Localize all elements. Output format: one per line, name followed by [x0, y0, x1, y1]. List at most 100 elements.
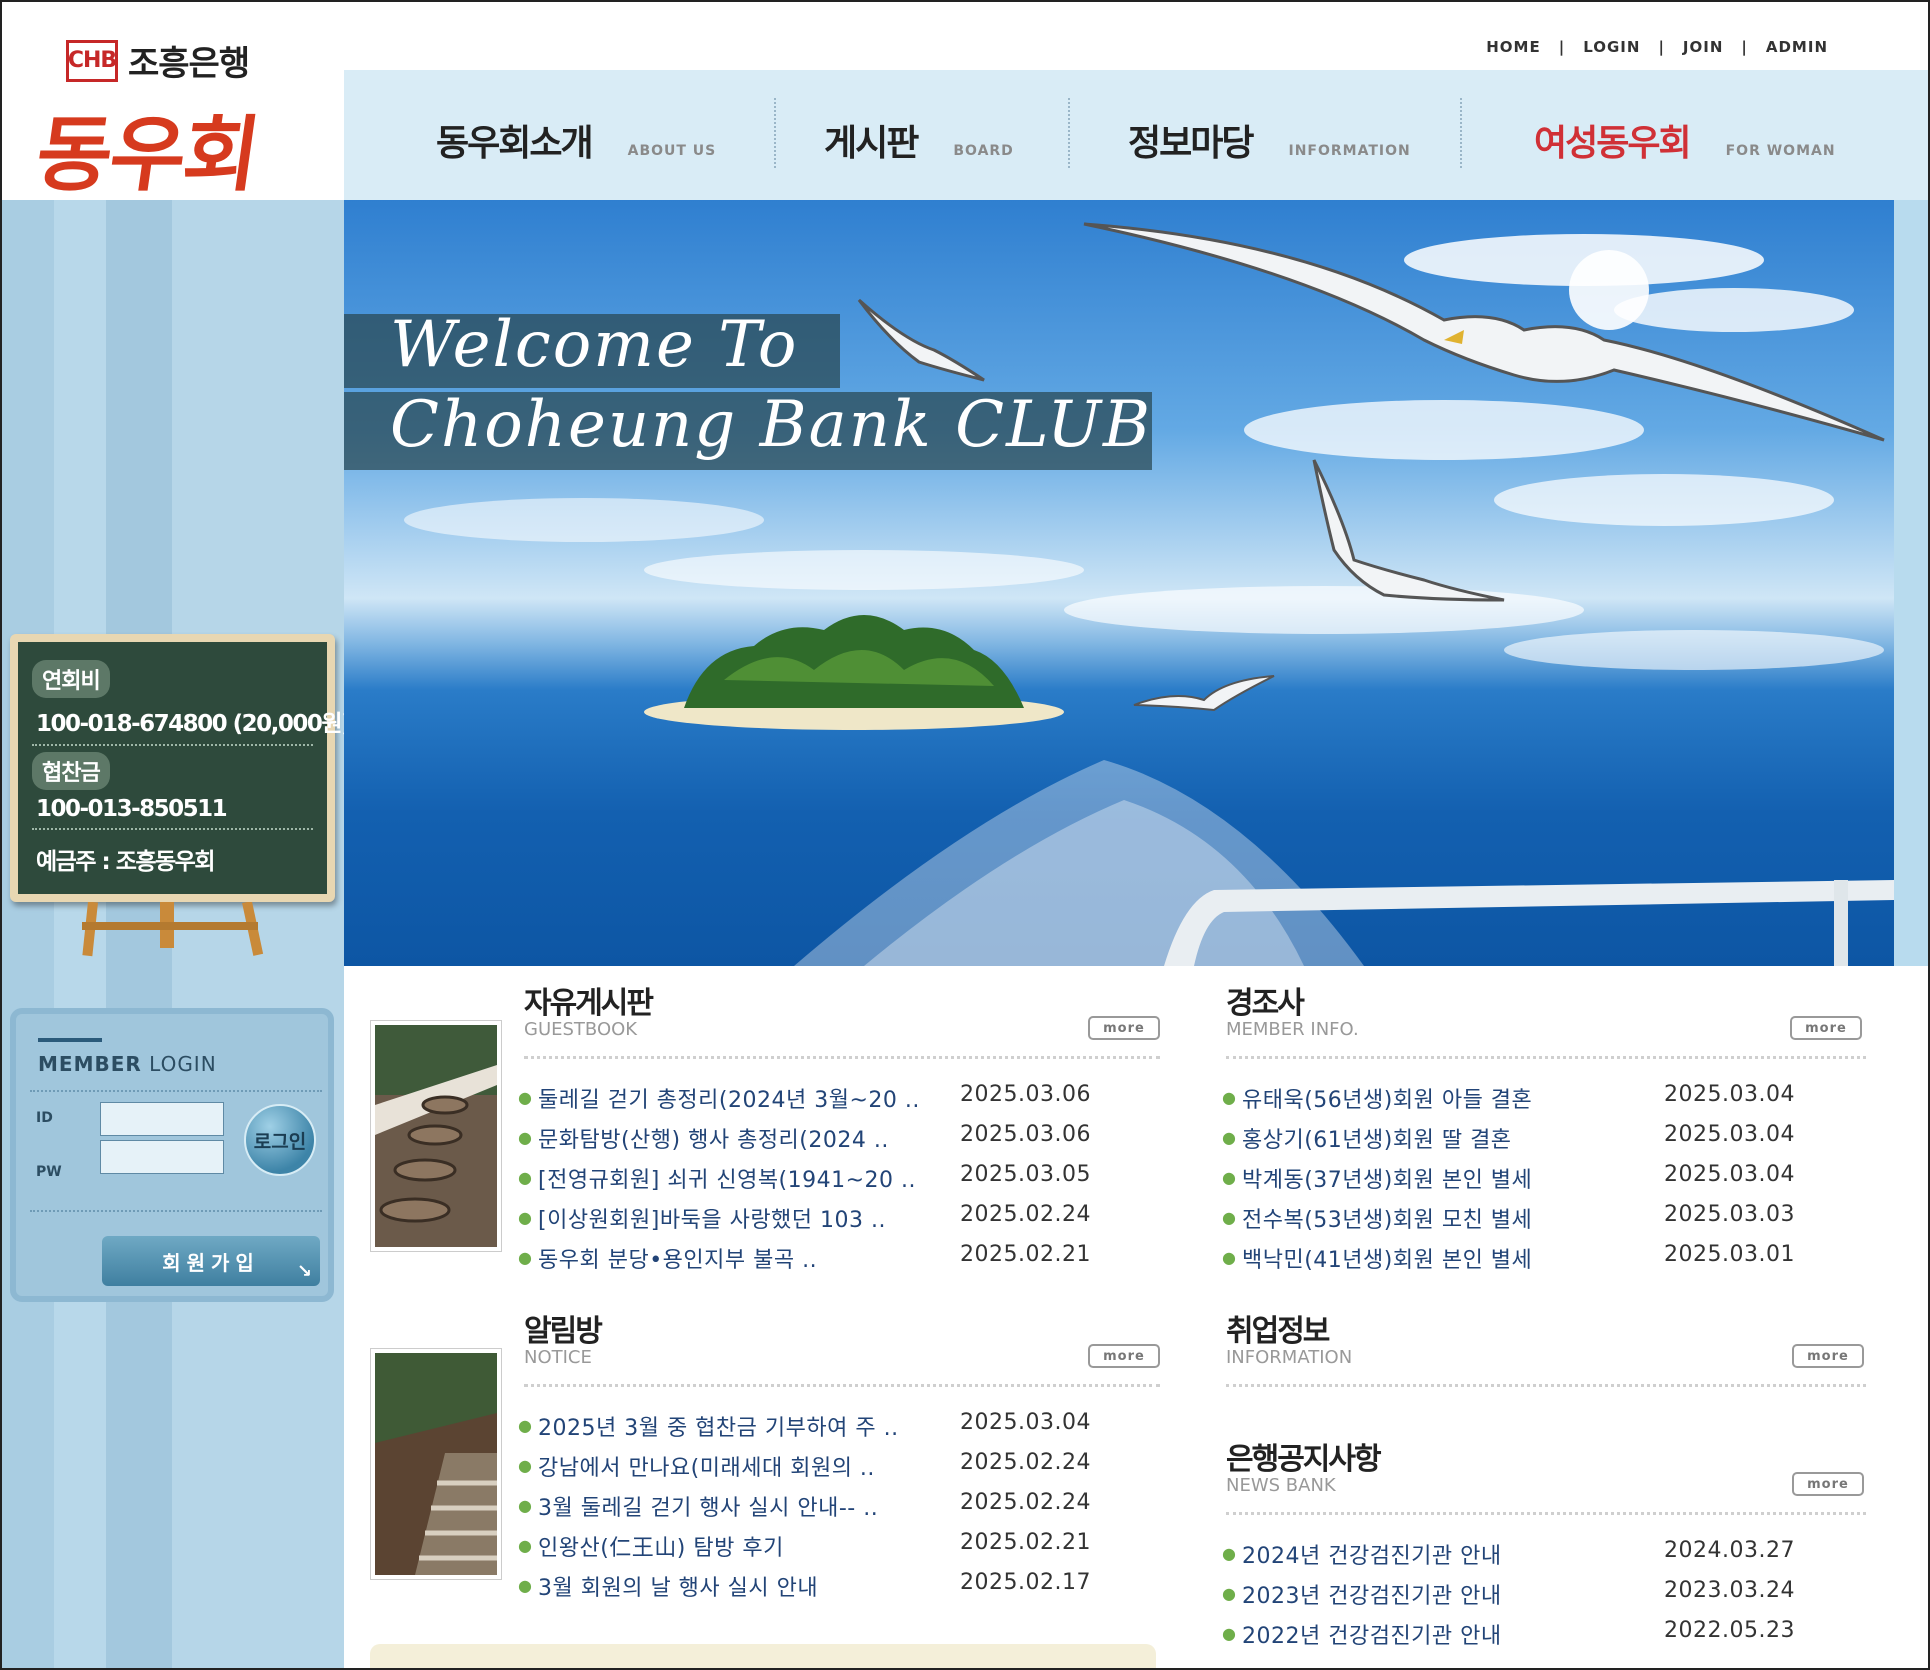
left-column: CHB 조흥은행 동우회 연회비 100-018-674800 (20,000원… [2, 2, 352, 1668]
notice-header: 알림방 NOTICE [524, 1316, 603, 1368]
guestbook-list: ● 둘레길 걷기 총정리(2024년 3월~20 .. 2025.03.06 ● 문화… [518, 1080, 1168, 1280]
jobs-subtitle: INFORMATION [1226, 1347, 1353, 1368]
bullet-icon: ● [1222, 1584, 1236, 1603]
section-divider [1226, 1056, 1866, 1059]
section-divider [524, 1384, 1160, 1387]
list-item[interactable]: ● 둘레길 걷기 총정리(2024년 3월~20 .. 2025.03.06 [518, 1080, 1168, 1120]
pw-input[interactable] [100, 1140, 224, 1174]
login-button[interactable]: 로그인 [244, 1104, 316, 1176]
guestbook-title[interactable]: 자유게시판 [524, 988, 654, 1020]
nav-sublabel: ABOUT US [627, 143, 717, 159]
list-item[interactable]: ● 홍상기(61년생)회원 딸 결혼 2025.03.04 [1222, 1120, 1882, 1160]
list-item[interactable]: ● 인왕산(仁王山) 탐방 후기 2025.02.21 [518, 1528, 1168, 1568]
bullet-icon: ● [518, 1456, 532, 1475]
list-item[interactable]: ● 유태욱(56년생)회원 아들 결혼 2025.03.04 [1222, 1080, 1882, 1120]
bullet-icon: ● [1222, 1088, 1236, 1107]
notice-thumbnail [370, 1348, 502, 1580]
list-item[interactable]: ● 2023년 건강검진기관 안내 2023.03.24 [1222, 1576, 1882, 1616]
nav-label: 게시판 [824, 123, 919, 164]
member-info-more-button[interactable]: more [1790, 1016, 1862, 1040]
bullet-icon: ● [1222, 1624, 1236, 1643]
nav-label: 동우회소개 [436, 123, 594, 164]
bullet-icon: ● [518, 1576, 532, 1595]
news-bank-more-button[interactable]: more [1792, 1472, 1864, 1496]
id-input[interactable] [100, 1102, 224, 1136]
divider [30, 1090, 322, 1092]
account-chalkboard: 연회비 100-018-674800 (20,000원) 협찬금 100-013… [10, 634, 352, 902]
welcome-line-1: Welcome To [390, 308, 799, 382]
login-link[interactable]: LOGIN [1583, 38, 1640, 56]
news-bank-header: 은행공지사항 NEWS BANK [1226, 1444, 1382, 1496]
main-nav: 동우회소개 ABOUT US 게시판 BOARD 정보마당 INFORMATIO… [344, 70, 1928, 200]
nav-divider [774, 98, 776, 168]
list-item[interactable]: ● 3월 둘레길 걷기 행사 실시 안내-- .. 2025.02.24 [518, 1488, 1168, 1528]
member-info-header: 경조사 MEMBER INFO. [1226, 988, 1359, 1040]
join-link[interactable]: JOIN [1683, 38, 1723, 56]
bullet-icon: ● [518, 1088, 532, 1107]
jobs-more-button[interactable]: more [1792, 1344, 1864, 1368]
separator: | [1558, 38, 1566, 56]
bottom-banner-strip [370, 1644, 1156, 1668]
bullet-icon: ● [518, 1168, 532, 1187]
join-button[interactable]: 회원가입 ↘ [102, 1236, 320, 1286]
bullet-icon: ● [518, 1536, 532, 1555]
bullet-icon: ● [1222, 1208, 1236, 1227]
list-item[interactable]: ● 2022년 건강검진기관 안내 2022.05.23 [1222, 1616, 1882, 1656]
list-item[interactable]: ● 전수복(53년생)회원 모친 별세 2025.03.03 [1222, 1200, 1882, 1240]
nav-label: 여성동우회 [1534, 123, 1692, 164]
notice-list: ● 2025년 3월 중 협찬금 기부하여 주 .. 2025.03.04 ● 강남에… [518, 1408, 1168, 1608]
member-login-box: MEMBER LOGIN ID PW 로그인 회원가입 ↘ [10, 1008, 334, 1302]
chb-mark: CHB [66, 39, 118, 82]
list-item[interactable]: ● 백낙민(41년생)회원 본인 별세 2025.03.01 [1222, 1240, 1882, 1280]
list-item[interactable]: ● 문화탐방(산행) 행사 총정리(2024 .. 2025.03.06 [518, 1120, 1168, 1160]
guestbook-thumbnail [370, 1020, 502, 1252]
nav-sublabel: INFORMATION [1288, 143, 1411, 159]
home-link[interactable]: HOME [1486, 38, 1540, 56]
list-item[interactable]: ● 3월 회원의 날 행사 실시 안내 2025.02.17 [518, 1568, 1168, 1608]
notice-more-button[interactable]: more [1088, 1344, 1160, 1368]
jobs-title[interactable]: 취업정보 [1226, 1316, 1352, 1348]
bullet-icon: ● [1222, 1128, 1236, 1147]
banner-edge [1894, 200, 1928, 966]
welcome-line-2: Choheung Bank CLUB [390, 388, 1153, 462]
list-item[interactable]: ● 2025년 3월 중 협찬금 기부하여 주 .. 2025.03.04 [518, 1408, 1168, 1448]
notice-title[interactable]: 알림방 [524, 1316, 603, 1348]
news-bank-title[interactable]: 은행공지사항 [1226, 1444, 1382, 1476]
member-info-title[interactable]: 경조사 [1226, 988, 1359, 1020]
id-label: ID [36, 1110, 53, 1126]
list-item[interactable]: ● 2024년 건강검진기관 안내 2024.03.27 [1222, 1536, 1882, 1576]
easel-legs-icon [82, 902, 264, 957]
login-title: MEMBER LOGIN [38, 1052, 217, 1076]
divider [30, 1210, 322, 1212]
logo[interactable]: CHB 조흥은행 동우회 [2, 2, 344, 203]
separator: | [1658, 38, 1665, 56]
club-name: 동우회 [30, 107, 265, 203]
list-item[interactable]: ● [전영규회원] 쇠귀 신영복(1941~20 .. 2025.03.05 [518, 1160, 1168, 1200]
list-item[interactable]: ● [이상원회원]바둑을 사랑했던 103 .. 2025.02.24 [518, 1200, 1168, 1240]
page-frame: CHB 조흥은행 동우회 연회비 100-018-674800 (20,000원… [0, 0, 1930, 1670]
guestbook-more-button[interactable]: more [1088, 1016, 1160, 1040]
admin-link[interactable]: ADMIN [1766, 38, 1828, 56]
member-info-subtitle: MEMBER INFO. [1226, 1019, 1359, 1040]
section-divider [524, 1056, 1160, 1059]
list-item[interactable]: ● 박계동(37년생)회원 본인 별세 2025.03.04 [1222, 1160, 1882, 1200]
guestbook-subtitle: GUESTBOOK [524, 1019, 638, 1040]
fee-account: 100-018-674800 (20,000원) [32, 698, 352, 746]
list-item[interactable]: ● 동우회 분당•용인지부 불곡 .. 2025.02.21 [518, 1240, 1168, 1280]
nav-board[interactable]: 게시판 BOARD [824, 114, 1014, 166]
section-divider [1226, 1384, 1866, 1387]
donation-account: 100-013-850511 [32, 790, 313, 830]
nav-sublabel: FOR WOMAN [1725, 143, 1836, 159]
nav-information[interactable]: 정보마당 INFORMATION [1128, 114, 1411, 166]
nav-divider [1068, 98, 1070, 168]
separator: | [1741, 38, 1748, 56]
nav-for-woman[interactable]: 여성동우회 FOR WOMAN [1534, 114, 1836, 166]
bullet-icon: ● [518, 1416, 532, 1435]
list-item[interactable]: ● 강남에서 만나요(미래세대 회원의 .. 2025.02.24 [518, 1448, 1168, 1488]
nav-about-us[interactable]: 동우회소개 ABOUT US [436, 114, 716, 166]
bullet-icon: ● [1222, 1168, 1236, 1187]
news-bank-subtitle: NEWS BANK [1226, 1475, 1336, 1496]
nav-sublabel: BOARD [953, 143, 1014, 159]
notice-photo [375, 1353, 497, 1575]
member-info-list: ● 유태욱(56년생)회원 아들 결혼 2025.03.04 ● 홍상기(61년생)회… [1222, 1080, 1882, 1280]
